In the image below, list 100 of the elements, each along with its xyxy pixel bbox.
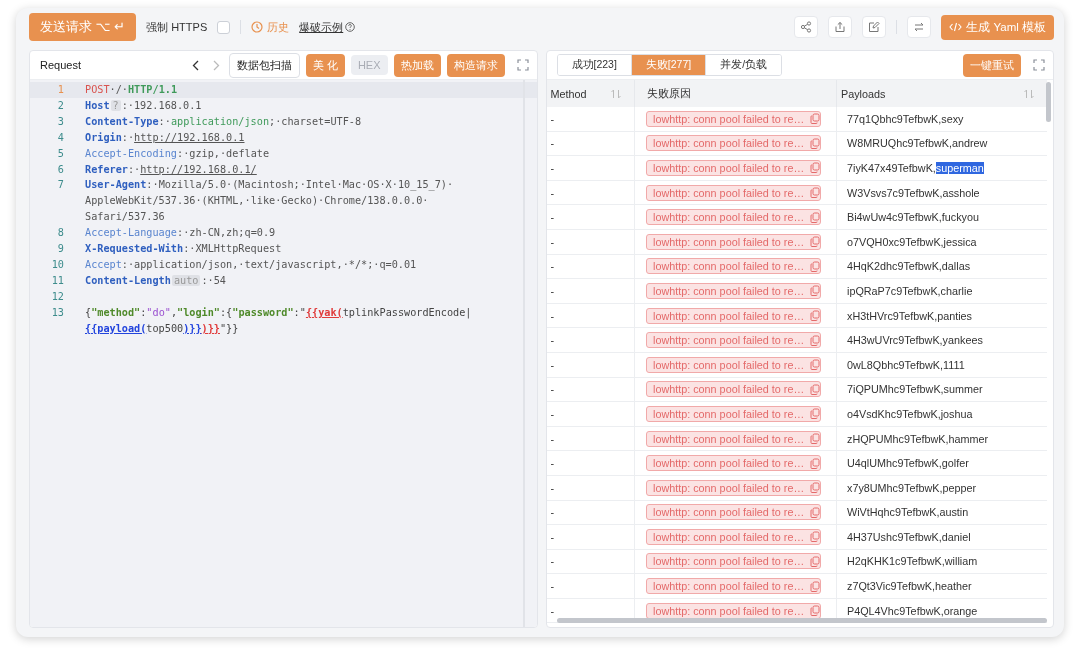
table-cell: Bi4wUw4c9TefbwK,fuckyou [836,204,1047,230]
history-button[interactable]: 历史 [251,19,290,35]
generate-yaml-button[interactable]: 生成 Yaml 模板 [941,14,1054,40]
toolbar-button[interactable]: 构造请求 [446,53,505,77]
copy-icon[interactable] [810,408,821,420]
table-cell: - [546,107,635,132]
table-cell: - [546,303,635,328]
swap-button[interactable] [907,16,932,38]
copy-icon[interactable] [810,162,821,174]
code-line: Accept:·application/json,·text/javascript,·*/*;·q=0.01 [85,257,418,272]
fullscreen-icon[interactable] [1033,59,1045,71]
force-https-checkbox[interactable] [217,20,231,34]
error-tag: lowhttp: conn pool failed to re… [646,258,821,275]
clock-icon [251,21,264,33]
table-cell: - [546,352,635,378]
error-tag: lowhttp: conn pool failed to re… [646,307,821,324]
code-icon [949,22,963,32]
code-line: Content-Length auto :·54 [85,273,227,288]
scrollbar[interactable] [1046,82,1051,122]
share-button[interactable] [794,16,819,38]
copy-icon[interactable] [810,383,821,395]
line-number: 3 [56,114,65,129]
table-cell: - [546,524,635,550]
copy-icon[interactable] [810,137,821,149]
copy-icon[interactable] [810,605,821,617]
copy-icon[interactable] [810,433,821,444]
table-cell: - [546,131,635,156]
column-header[interactable]: Payloads [836,80,1047,107]
table-cell: 4HqK2dhc9TefbwK,dallas [836,254,1047,279]
table-cell: 0wL8Qbhc9TefbwK,1111 [836,352,1047,378]
table-cell: - [546,500,635,525]
copy-icon[interactable] [810,506,821,518]
table-cell: - [546,155,635,181]
code-line: Content-Type:·application/json;·charset=UTF-8 [85,114,363,129]
table-cell: x7y8UMhc9TefbwK,pepper [836,475,1047,500]
edit-icon [868,21,881,33]
force-https-label: 强制 HTTPS [146,19,208,35]
column-header[interactable]: Method [546,80,635,107]
chevron-right-icon [211,59,220,71]
copy-icon[interactable] [810,187,821,199]
toolbar-button[interactable]: 数据包扫描 [228,52,300,78]
copy-icon[interactable] [810,359,821,371]
table-cell: - [546,450,635,476]
line-number: 12 [50,289,65,304]
copy-icon[interactable] [810,211,821,223]
retry-all-button[interactable]: 一键重试 [963,53,1021,77]
table-cell: W8MRUQhc9TefbwK,andrew [836,131,1047,156]
example-link[interactable]: 爆破示例 [299,19,344,35]
copy-icon[interactable] [810,260,821,272]
export-button[interactable] [828,16,853,38]
table-cell: - [546,377,635,402]
table-cell: 7iQPUMhc9TefbwK,summer [836,377,1047,402]
toolbar-button[interactable]: 热加载 [393,53,441,77]
chevron-left-icon [191,59,200,71]
error-tag: lowhttp: conn pool failed to re… [646,602,821,619]
table-cell: 4H3wUVrc9TefbwK,yankees [836,327,1047,353]
copy-icon[interactable] [810,531,821,543]
table-cell: WiVtHqhc9TefbwK,austin [836,500,1047,525]
copy-icon[interactable] [810,556,821,567]
table-cell: - [546,229,635,255]
error-tag: lowhttp: conn pool failed to re… [646,209,821,226]
scrollbar[interactable] [556,618,1047,623]
send-request-button[interactable]: 发送请求 ⌥ ↵ [29,13,137,41]
copy-icon[interactable] [810,580,821,592]
table-cell: - [546,204,635,230]
line-number: 11 [50,273,65,288]
table-cell: - [546,180,635,205]
copy-icon[interactable] [810,310,821,322]
code-line: {"method":"do","login":{"password":"{{yak(tplinkPasswordEncode| {{payload(top500)}})}}"}} [85,305,473,336]
copy-icon[interactable] [810,482,821,494]
sort-icon[interactable] [1022,88,1035,99]
error-tag: lowhttp: conn pool failed to re… [646,578,821,595]
tab[interactable]: 失败[277] [631,55,707,75]
line-number: 6 [56,162,65,177]
error-tag: lowhttp: conn pool failed to re… [646,455,821,472]
swap-icon [913,21,926,33]
copy-icon[interactable] [810,285,821,297]
code-line: Host ? :·192.168.0.1 [85,98,203,113]
help-icon[interactable] [345,22,356,32]
error-tag: lowhttp: conn pool failed to re… [646,479,821,496]
error-tag: lowhttp: conn pool failed to re… [646,381,821,398]
copy-icon[interactable] [810,334,821,346]
error-tag: lowhttp: conn pool failed to re… [646,553,821,570]
sort-icon[interactable] [610,88,622,99]
table-cell: - [546,327,635,353]
table-cell: H2qKHK1c9TefbwK,william [836,549,1047,574]
tab[interactable]: 成功[223] [557,55,632,75]
copy-icon[interactable] [810,236,821,248]
line-number: 5 [56,146,65,161]
table-cell: - [546,426,635,451]
toolbar-button[interactable]: 美 化 [305,53,345,77]
error-tag: lowhttp: conn pool failed to re… [646,110,821,127]
table-cell: - [546,401,635,427]
error-tag: lowhttp: conn pool failed to re… [646,356,821,373]
copy-icon[interactable] [810,457,821,469]
edit-button[interactable] [862,16,887,38]
table-cell: - [546,573,635,599]
copy-icon[interactable] [810,113,821,125]
line-number: 4 [56,130,65,145]
fullscreen-icon[interactable] [516,59,529,71]
